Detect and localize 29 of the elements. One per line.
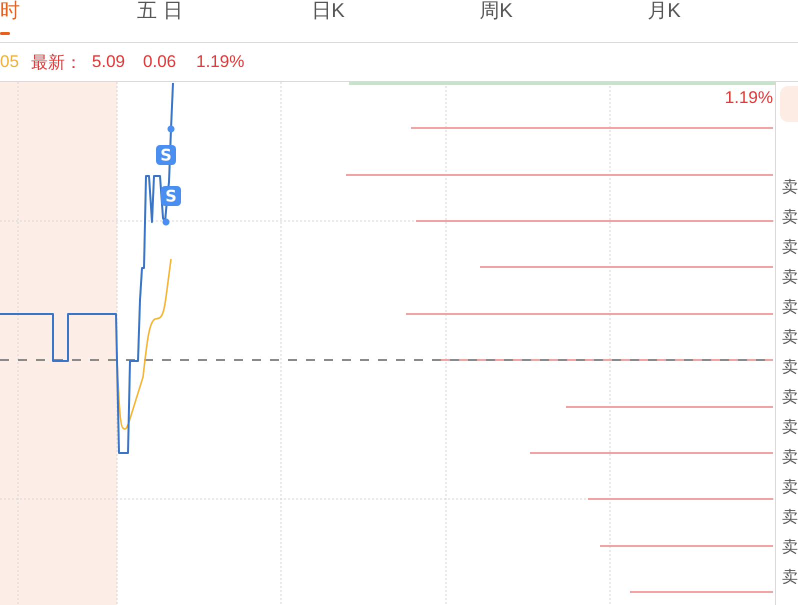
axis-label: 1.19%	[724, 88, 773, 108]
chart-tab[interactable]: 日K	[244, 0, 412, 42]
price-change: 0.06	[143, 52, 176, 72]
order-label: 卖	[782, 508, 798, 528]
order-label: 卖	[782, 568, 798, 588]
order-label: 卖	[782, 328, 798, 348]
signal-marker: S	[156, 145, 176, 165]
order-label: 卖	[782, 208, 798, 228]
order-label: 卖	[782, 358, 798, 378]
order-label: 卖	[782, 268, 798, 288]
order-label: 卖	[782, 418, 798, 438]
order-label: 卖	[782, 448, 798, 468]
signal-marker: S	[161, 186, 181, 206]
order-label: 卖	[782, 298, 798, 318]
order-label: 卖	[782, 478, 798, 498]
chart-tab[interactable]: 月K	[580, 0, 748, 42]
change-percent: 1.19%	[196, 52, 244, 72]
order-label: 卖	[782, 388, 798, 408]
order-label: 卖	[782, 538, 798, 558]
chart-tab[interactable]: 五 日	[76, 0, 244, 42]
dot-icon	[168, 126, 174, 132]
order-label: 卖	[782, 238, 798, 258]
dot-icon	[162, 218, 170, 226]
latest-price: 5.09	[92, 52, 126, 72]
order-label: 卖	[782, 178, 798, 198]
latest-label: 最新：	[30, 52, 82, 74]
average-price: 05	[0, 52, 19, 72]
tag-background	[780, 86, 798, 122]
chart-tab[interactable]: 周K	[412, 0, 580, 42]
